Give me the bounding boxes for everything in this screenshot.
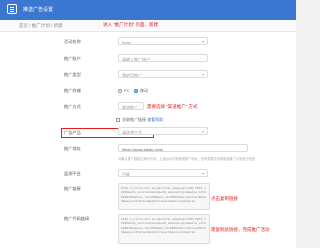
promo-type-label: 推广类型 — [64, 72, 81, 77]
code-link-textarea[interactable]: http://click.dxt.ac/abc?utm_campaign=UTM… — [118, 214, 210, 244]
chevron-down-icon: ▾ — [201, 72, 204, 77]
checkbox[interactable] — [116, 117, 120, 122]
track-label: 监测平台 — [64, 171, 81, 176]
track-select[interactable]: 百度 ▾ — [118, 169, 208, 177]
help-link[interactable]: 查看帮助 — [147, 117, 163, 122]
landing-url-label: 推广地址 — [64, 146, 81, 151]
annotation-top: 进入 “推广计划” 页面，新建 — [103, 22, 158, 27]
channel-label: 推广方式 — [64, 104, 81, 109]
promo-type-select[interactable]: 落地页推广 ▾ — [118, 70, 208, 78]
device-label: 推广终端 — [64, 88, 81, 93]
short-link-label: 推广链接 — [64, 186, 81, 191]
app-menu-icon[interactable] — [7, 4, 17, 14]
channel-select[interactable]: 渠道推广 — [118, 102, 144, 110]
device-option-pc[interactable]: PC — [118, 88, 130, 93]
account-label: 推广账户 — [64, 56, 81, 61]
device-option-mobile[interactable]: 移动 — [134, 88, 148, 93]
link-checkbox-row[interactable]: 关联推广链接 查看帮助 — [116, 117, 163, 123]
product-select[interactable]: 请选择产品 ▾ — [118, 127, 208, 135]
chevron-down-icon: ▾ — [201, 171, 204, 176]
app-title: 推送广告设置 — [23, 7, 54, 13]
chevron-down-icon: ▾ — [201, 129, 204, 134]
short-link-textarea[interactable]: http://click.dxt.ac/abc?utm_campaign=UTM… — [118, 183, 210, 210]
landing-url-hint: 请确认推广链接正确可访问，上线后将不能修改推广地址，如有需要请重新新建推广计划进… — [118, 157, 256, 161]
code-link-label: 推广代码链接 — [64, 216, 90, 221]
top-bar: 推送广告设置 — [0, 0, 296, 20]
annotation-copy: 点击复制链接 — [211, 196, 238, 201]
account-input[interactable]: 请输入推广账户 — [118, 54, 208, 62]
plan-name-input[interactable]: Bnnn ▾ — [118, 37, 208, 45]
annotation-channel: 需要选择 “渠道推广” 方式 — [147, 104, 198, 109]
chevron-down-icon: ▾ — [201, 39, 204, 44]
device-radio-group: PC 移动 — [118, 88, 148, 94]
landing-url-input[interactable]: https://www.baidu.com/ — [118, 144, 248, 152]
annotation-bottom: 需复制此链接，完成推广活动 — [211, 227, 270, 232]
plan-name-label: 活动名称 — [64, 39, 81, 44]
product-label: 广告产品 — [64, 130, 81, 135]
breadcrumb[interactable]: 首页 / 推广计划 / 新建 — [19, 23, 63, 29]
